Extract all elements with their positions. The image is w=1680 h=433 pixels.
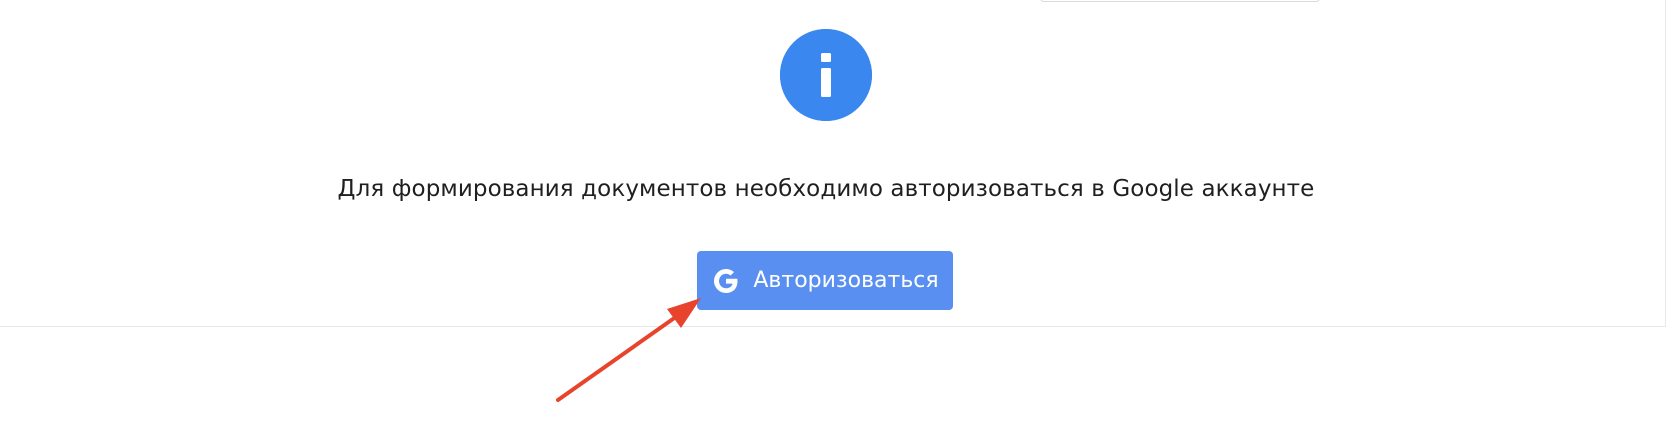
google-icon xyxy=(711,266,741,296)
page: Для формирования документов необходимо а… xyxy=(0,0,1680,433)
google-auth-button[interactable]: Авторизоваться xyxy=(697,251,953,310)
auth-required-message: Для формирования документов необходимо а… xyxy=(337,176,1315,202)
auth-button-label: Авторизоваться xyxy=(753,267,939,293)
top-input-field-edge[interactable] xyxy=(1040,0,1320,2)
content-panel: Для формирования документов необходимо а… xyxy=(0,0,1666,327)
info-icon xyxy=(780,29,872,121)
